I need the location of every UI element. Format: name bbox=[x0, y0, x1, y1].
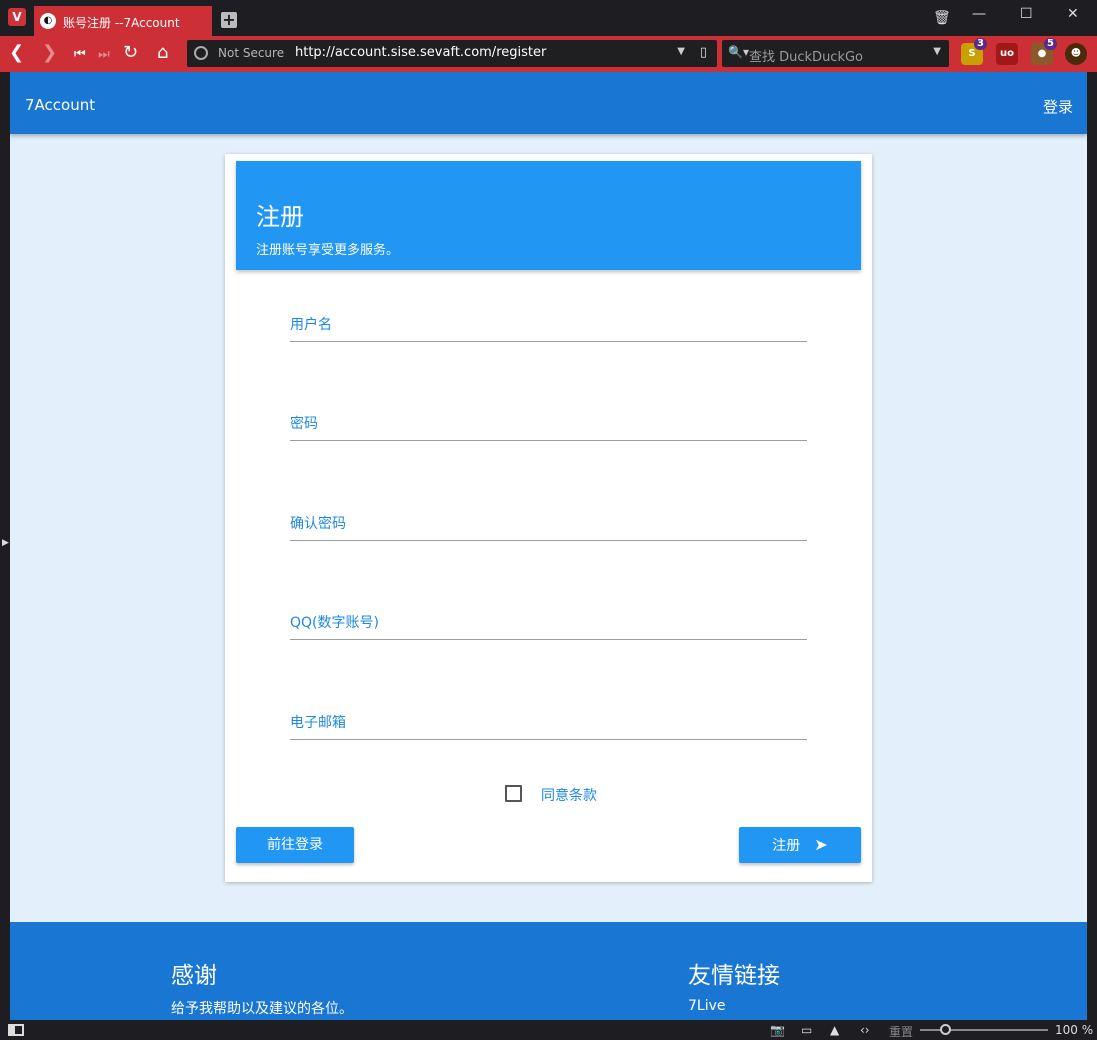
qq-field[interactable]: QQ(数字账号) bbox=[290, 610, 807, 640]
footer-link-7live[interactable]: 7Live bbox=[688, 998, 726, 1014]
nav-login-link[interactable]: 登录 bbox=[1043, 96, 1073, 117]
vivaldi-menu-icon[interactable]: V bbox=[8, 8, 26, 26]
camera-icon[interactable]: 📷 bbox=[770, 1023, 785, 1037]
email-label: 电子邮箱 bbox=[290, 715, 346, 731]
avatar-extension-icon[interactable]: ☻ bbox=[1065, 43, 1087, 65]
maximize-button[interactable]: ☐ bbox=[1020, 6, 1033, 22]
zoom-reset-button[interactable]: 重置 bbox=[889, 1023, 913, 1040]
new-tab-button[interactable]: + bbox=[221, 12, 237, 28]
search-dropdown-icon[interactable]: ▼ bbox=[933, 46, 941, 57]
app-navbar: 7Account 登录 bbox=[10, 72, 1087, 134]
go-login-button[interactable]: 前往登录 bbox=[236, 827, 354, 863]
footer-thanks-text: 给予我帮助以及建议的各位。 bbox=[171, 1001, 353, 1017]
tiling-icon[interactable]: ▭ bbox=[801, 1023, 812, 1037]
page-viewport: 7Account 登录 注册 注册账号享受更多服务。 用户名 密码 确认密码 Q… bbox=[10, 72, 1087, 1020]
reload-button[interactable]: ↻ bbox=[123, 44, 138, 62]
card-header: 注册 注册账号享受更多服务。 bbox=[236, 161, 861, 270]
confirm-password-label: 确认密码 bbox=[290, 516, 346, 532]
window-border bbox=[1087, 72, 1097, 1020]
rewind-button[interactable]: ⏮ bbox=[74, 46, 86, 64]
close-window-button[interactable]: ✕ bbox=[1067, 6, 1079, 22]
minimize-button[interactable]: — bbox=[972, 6, 986, 22]
page-title: 注册 bbox=[256, 203, 304, 231]
password-field[interactable]: 密码 bbox=[290, 411, 807, 441]
confirm-password-field[interactable]: 确认密码 bbox=[290, 511, 807, 541]
send-icon: ➤ bbox=[814, 835, 828, 854]
home-button[interactable]: ⌂ bbox=[157, 44, 168, 62]
security-indicator[interactable]: Not Secure bbox=[218, 46, 284, 60]
bookmark-icon[interactable]: ▯ bbox=[700, 45, 707, 60]
url-text[interactable]: http://account.sise.sevaft.com/register bbox=[295, 45, 546, 60]
brand-link[interactable]: 7Account bbox=[25, 96, 95, 114]
search-placeholder: 查找 DuckDuckGo bbox=[749, 50, 864, 65]
zoom-slider-handle[interactable] bbox=[940, 1024, 951, 1035]
search-icon: 🔍▾ bbox=[728, 45, 749, 59]
footer-thanks-title: 感谢 bbox=[171, 963, 217, 989]
email-field[interactable]: 电子邮箱 bbox=[290, 710, 807, 740]
qq-label: QQ(数字账号) bbox=[290, 615, 379, 631]
search-field[interactable]: 🔍▾ 查找 DuckDuckGo ▼ bbox=[722, 40, 949, 67]
browser-toolbar: ❮ ❯ ⏮ ⏭ ↻ ⌂ Not Secure http://account.si… bbox=[0, 36, 1097, 72]
panel-gutter: ▶ bbox=[0, 72, 10, 1020]
agree-terms-label[interactable]: 同意条款 bbox=[541, 785, 597, 805]
panel-toggle-icon[interactable] bbox=[8, 1024, 24, 1036]
stylish-extension-icon[interactable]: S3 bbox=[961, 38, 987, 65]
page-subtitle: 注册账号享受更多服务。 bbox=[256, 243, 400, 258]
register-card: 注册 注册账号享受更多服务。 用户名 密码 确认密码 QQ(数字账号) 电子邮箱… bbox=[225, 154, 872, 882]
register-button[interactable]: 注册 ➤ bbox=[739, 827, 861, 863]
address-bar[interactable]: Not Secure http://account.sise.sevaft.co… bbox=[187, 40, 717, 67]
agree-terms-checkbox[interactable] bbox=[505, 785, 522, 802]
back-button[interactable]: ❮ bbox=[9, 44, 24, 62]
browser-statusbar: 📷 ▭ ▲ ‹› 重置 100 % bbox=[0, 1020, 1097, 1040]
password-label: 密码 bbox=[290, 416, 318, 432]
footer-links-title: 友情链接 bbox=[688, 963, 780, 989]
browser-titlebar: V ◐ 账号注册 --7Account + 🗑 — ☐ ✕ bbox=[0, 0, 1097, 36]
forward-button[interactable]: ❯ bbox=[42, 44, 57, 62]
fast-forward-button[interactable]: ⏭ bbox=[98, 46, 110, 64]
page-footer: 感谢 给予我帮助以及建议的各位。 友情链接 7Live bbox=[10, 922, 1087, 1020]
trash-icon[interactable]: 🗑 bbox=[933, 10, 951, 26]
globe-icon bbox=[194, 46, 208, 60]
zoom-level: 100 % bbox=[1055, 1023, 1094, 1037]
username-label: 用户名 bbox=[290, 317, 332, 333]
page-actions-icon[interactable]: ‹› bbox=[860, 1023, 870, 1037]
image-toggle-icon[interactable]: ▲ bbox=[830, 1023, 839, 1037]
register-label: 注册 bbox=[772, 838, 801, 854]
go-login-label: 前往登录 bbox=[267, 837, 323, 853]
ublock-origin-icon[interactable]: uo bbox=[996, 43, 1018, 65]
username-field[interactable]: 用户名 bbox=[290, 312, 807, 342]
tab-title: 账号注册 --7Account bbox=[63, 16, 180, 30]
panel-expand-icon[interactable]: ▶ bbox=[2, 538, 9, 548]
cookie-extension-icon[interactable]: ● 5 bbox=[1031, 38, 1057, 65]
site-favicon-icon: ◐ bbox=[40, 13, 56, 29]
url-dropdown-icon[interactable]: ▼ bbox=[677, 46, 685, 57]
tab-register[interactable]: ◐ 账号注册 --7Account bbox=[34, 6, 212, 36]
